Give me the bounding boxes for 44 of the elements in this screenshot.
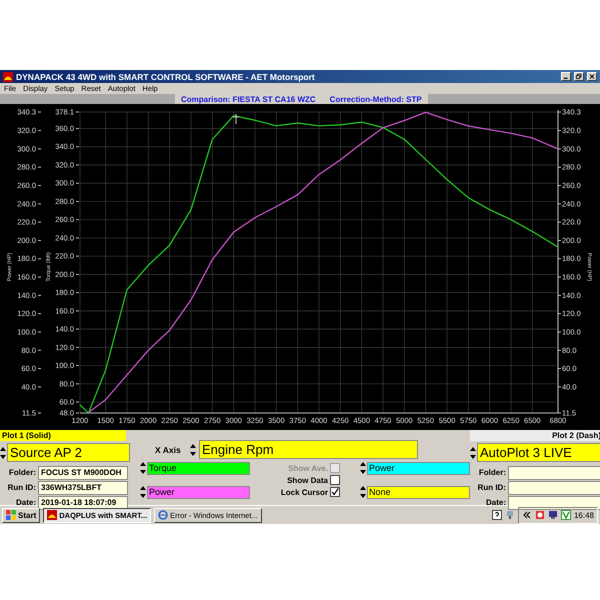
text-field[interactable]	[508, 466, 600, 480]
channel-selector[interactable]: Power	[367, 462, 470, 474]
text-field[interactable]	[508, 480, 600, 494]
checkbox[interactable]	[330, 487, 340, 497]
field-label: Folder:	[8, 468, 36, 477]
app-logo-icon	[47, 510, 58, 520]
source-selector[interactable]: Source AP 2	[7, 443, 130, 462]
checkbox-label: Show Data	[287, 476, 328, 484]
channel-selector[interactable]: None	[367, 486, 470, 498]
start-button[interactable]: Start	[2, 508, 40, 522]
text-field[interactable]	[508, 496, 600, 510]
minimize-icon[interactable]	[561, 72, 571, 81]
text-field[interactable]: FOCUS ST M900DOH	[38, 466, 128, 480]
text-field[interactable]: 336WH375LBFT	[38, 480, 128, 494]
browser-icon	[158, 510, 168, 520]
help-icon[interactable]	[492, 510, 502, 520]
app-logo-icon	[3, 72, 13, 82]
monitor-icon[interactable]	[548, 510, 558, 520]
x-axis-label: X Axis	[155, 444, 182, 454]
plot-header: Plot 1 (Solid)	[0, 430, 126, 441]
cursor-marker-icon	[232, 114, 240, 124]
field-label: Run ID:	[476, 483, 506, 492]
correction-method: Correction-Method: STP	[330, 94, 422, 104]
clock: 16:48	[574, 510, 594, 520]
checkbox-label: Show Ave.	[288, 464, 328, 472]
field-label: Date:	[14, 498, 36, 507]
comparison-title: Comparison: FIESTA ST CA16 WZC	[181, 94, 316, 104]
source-selector[interactable]: AutoPlot 3 LIVE	[477, 443, 600, 462]
restore-icon[interactable]	[574, 72, 584, 81]
x-axis-selector[interactable]: Engine Rpm	[199, 440, 418, 459]
field-label: Run ID:	[6, 483, 36, 492]
windows-logo-icon	[6, 510, 16, 520]
checkbox-label: Lock Cursor	[280, 488, 328, 496]
channel-selector[interactable]: Torque	[147, 462, 250, 474]
field-label: Date:	[484, 498, 506, 507]
window-title: DYNAPACK 43 4WD with SMART CONTROL SOFTWARE - AET Motorsport	[16, 72, 315, 82]
text-field[interactable]: 2019-01-18 18:07:09	[38, 496, 128, 510]
field-label: Folder:	[478, 468, 506, 477]
chevron-icon[interactable]	[522, 510, 532, 520]
spinner-icon[interactable]	[190, 442, 196, 456]
tray-app-icon[interactable]	[560, 510, 571, 520]
close-icon[interactable]	[587, 72, 597, 81]
checkbox[interactable]	[330, 475, 340, 485]
channel-selector[interactable]: Power	[147, 486, 250, 498]
